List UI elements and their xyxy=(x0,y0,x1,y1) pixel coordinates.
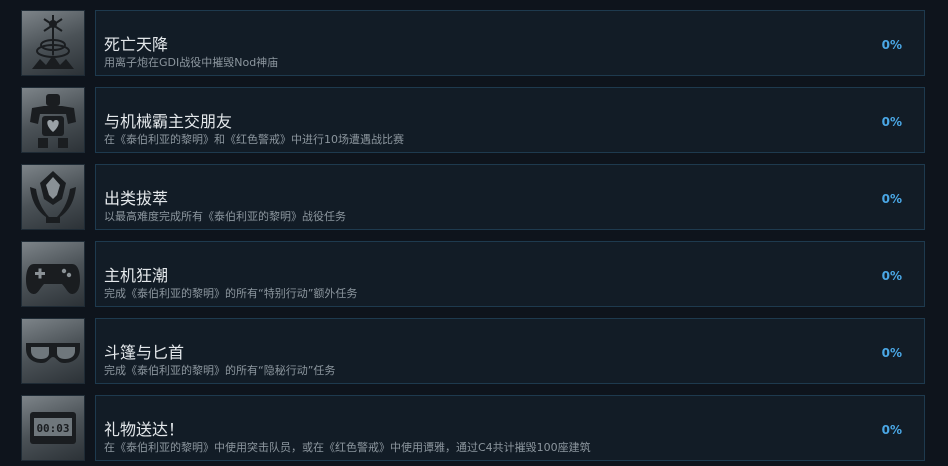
ion-cannon-icon xyxy=(21,10,85,76)
achievement-percent: 0% xyxy=(881,192,902,206)
achievement-list: 死亡天降 用离子炮在GDI战役中摧毁Nod神庙 0% 与机械霸主交朋友 在《泰伯… xyxy=(0,0,948,466)
achievement-panel: 主机狂潮 完成《泰伯利亚的黎明》的所有“特别行动”额外任务 0% xyxy=(95,241,925,307)
achievement-description: 用离子炮在GDI战役中摧毁Nod神庙 xyxy=(104,56,279,69)
goggles-icon xyxy=(21,318,85,384)
achievement-percent: 0% xyxy=(881,269,902,283)
achievement-row[interactable]: 主机狂潮 完成《泰伯利亚的黎明》的所有“特别行动”额外任务 0% xyxy=(0,241,948,309)
achievement-row[interactable]: 斗篷与匕首 完成《泰伯利亚的黎明》的所有“隐秘行动”任务 0% xyxy=(0,318,948,386)
achievement-percent: 0% xyxy=(881,38,902,52)
achievement-description: 以最高难度完成所有《泰伯利亚的黎明》战役任务 xyxy=(104,210,346,223)
achievement-row[interactable]: 00:03 礼物送达！ 在《泰伯利亚的黎明》中使用突击队员，或在《红色警戒》中使… xyxy=(0,395,948,463)
achievement-title: 与机械霸主交朋友 xyxy=(104,112,233,131)
gamepad-icon xyxy=(21,241,85,307)
achievement-panel: 与机械霸主交朋友 在《泰伯利亚的黎明》和《红色警戒》中进行10场遭遇战比赛 0% xyxy=(95,87,925,153)
achievement-title: 死亡天降 xyxy=(104,35,169,54)
achievement-percent: 0% xyxy=(881,423,902,437)
achievement-percent: 0% xyxy=(881,346,902,360)
mech-overlord-icon xyxy=(21,87,85,153)
achievement-description: 完成《泰伯利亚的黎明》的所有“特别行动”额外任务 xyxy=(104,287,358,300)
achievement-description: 在《泰伯利亚的黎明》和《红色警戒》中进行10场遭遇战比赛 xyxy=(104,133,404,146)
achievement-row[interactable]: 与机械霸主交朋友 在《泰伯利亚的黎明》和《红色警戒》中进行10场遭遇战比赛 0% xyxy=(0,87,948,155)
achievement-row[interactable]: 死亡天降 用离子炮在GDI战役中摧毁Nod神庙 0% xyxy=(0,10,948,78)
achievement-panel: 出类拔萃 以最高难度完成所有《泰伯利亚的黎明》战役任务 0% xyxy=(95,164,925,230)
timer-icon: 00:03 xyxy=(21,395,85,461)
achievement-panel: 礼物送达！ 在《泰伯利亚的黎明》中使用突击队员，或在《红色警戒》中使用谭雅，通过… xyxy=(95,395,925,461)
achievement-title: 斗篷与匕首 xyxy=(104,343,185,362)
achievement-description: 在《泰伯利亚的黎明》中使用突击队员，或在《红色警戒》中使用谭雅，通过C4共计摧毁… xyxy=(104,441,591,454)
achievement-description: 完成《泰伯利亚的黎明》的所有“隐秘行动”任务 xyxy=(104,364,336,377)
achievement-percent: 0% xyxy=(881,115,902,129)
achievement-panel: 死亡天降 用离子炮在GDI战役中摧毁Nod神庙 0% xyxy=(95,10,925,76)
timer-text: 00:03 xyxy=(36,422,69,435)
achievement-row[interactable]: 出类拔萃 以最高难度完成所有《泰伯利亚的黎明》战役任务 0% xyxy=(0,164,948,232)
achievement-panel: 斗篷与匕首 完成《泰伯利亚的黎明》的所有“隐秘行动”任务 0% xyxy=(95,318,925,384)
emblem-icon xyxy=(21,164,85,230)
achievement-title: 礼物送达！ xyxy=(104,420,185,439)
achievement-title: 主机狂潮 xyxy=(104,266,169,285)
achievement-title: 出类拔萃 xyxy=(104,189,169,208)
